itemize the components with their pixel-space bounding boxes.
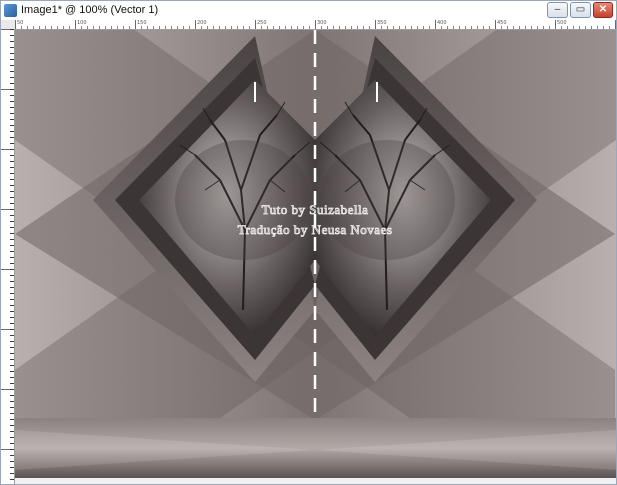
ruler-label-300: 300 [317,20,327,26]
ruler-label-450: 450 [497,20,507,26]
paint-shop-pro-icon [4,4,17,17]
minimize-button[interactable]: – [547,2,568,18]
ruler-label-500: 500 [557,20,567,26]
ruler-label-150: 150 [137,20,147,26]
ruler-label-250: 250 [257,20,267,26]
right-tree-canopy [319,140,455,260]
image-window: Image1* @ 100% (Vector 1) – ▭ ✕ 50 100 1… [0,0,617,485]
title-bar[interactable]: Image1* @ 100% (Vector 1) – ▭ ✕ [1,1,616,20]
artwork: Tuto by Suizabella Tradução by Neusa Nov… [15,30,616,478]
ruler-label-100: 100 [77,20,87,26]
window-title: Image1* @ 100% (Vector 1) [21,4,159,16]
image-canvas[interactable]: Tuto by Suizabella Tradução by Neusa Nov… [15,30,616,478]
vertical-ruler[interactable] [1,29,15,484]
caption-line-2: Tradução by Neusa Novaes [238,222,393,237]
close-button[interactable]: ✕ [593,2,613,18]
maximize-button[interactable]: ▭ [570,2,591,18]
left-tree-canopy [175,140,311,260]
horizontal-ruler[interactable]: 50 100 150 200 250 300 350 400 450 500 [15,20,616,30]
ruler-label-400: 400 [437,20,447,26]
ruler-label-50: 50 [17,20,24,26]
ruler-label-200: 200 [197,20,207,26]
ruler-label-350: 350 [377,20,387,26]
caption-line-1: Tuto by Suizabella [262,202,369,217]
